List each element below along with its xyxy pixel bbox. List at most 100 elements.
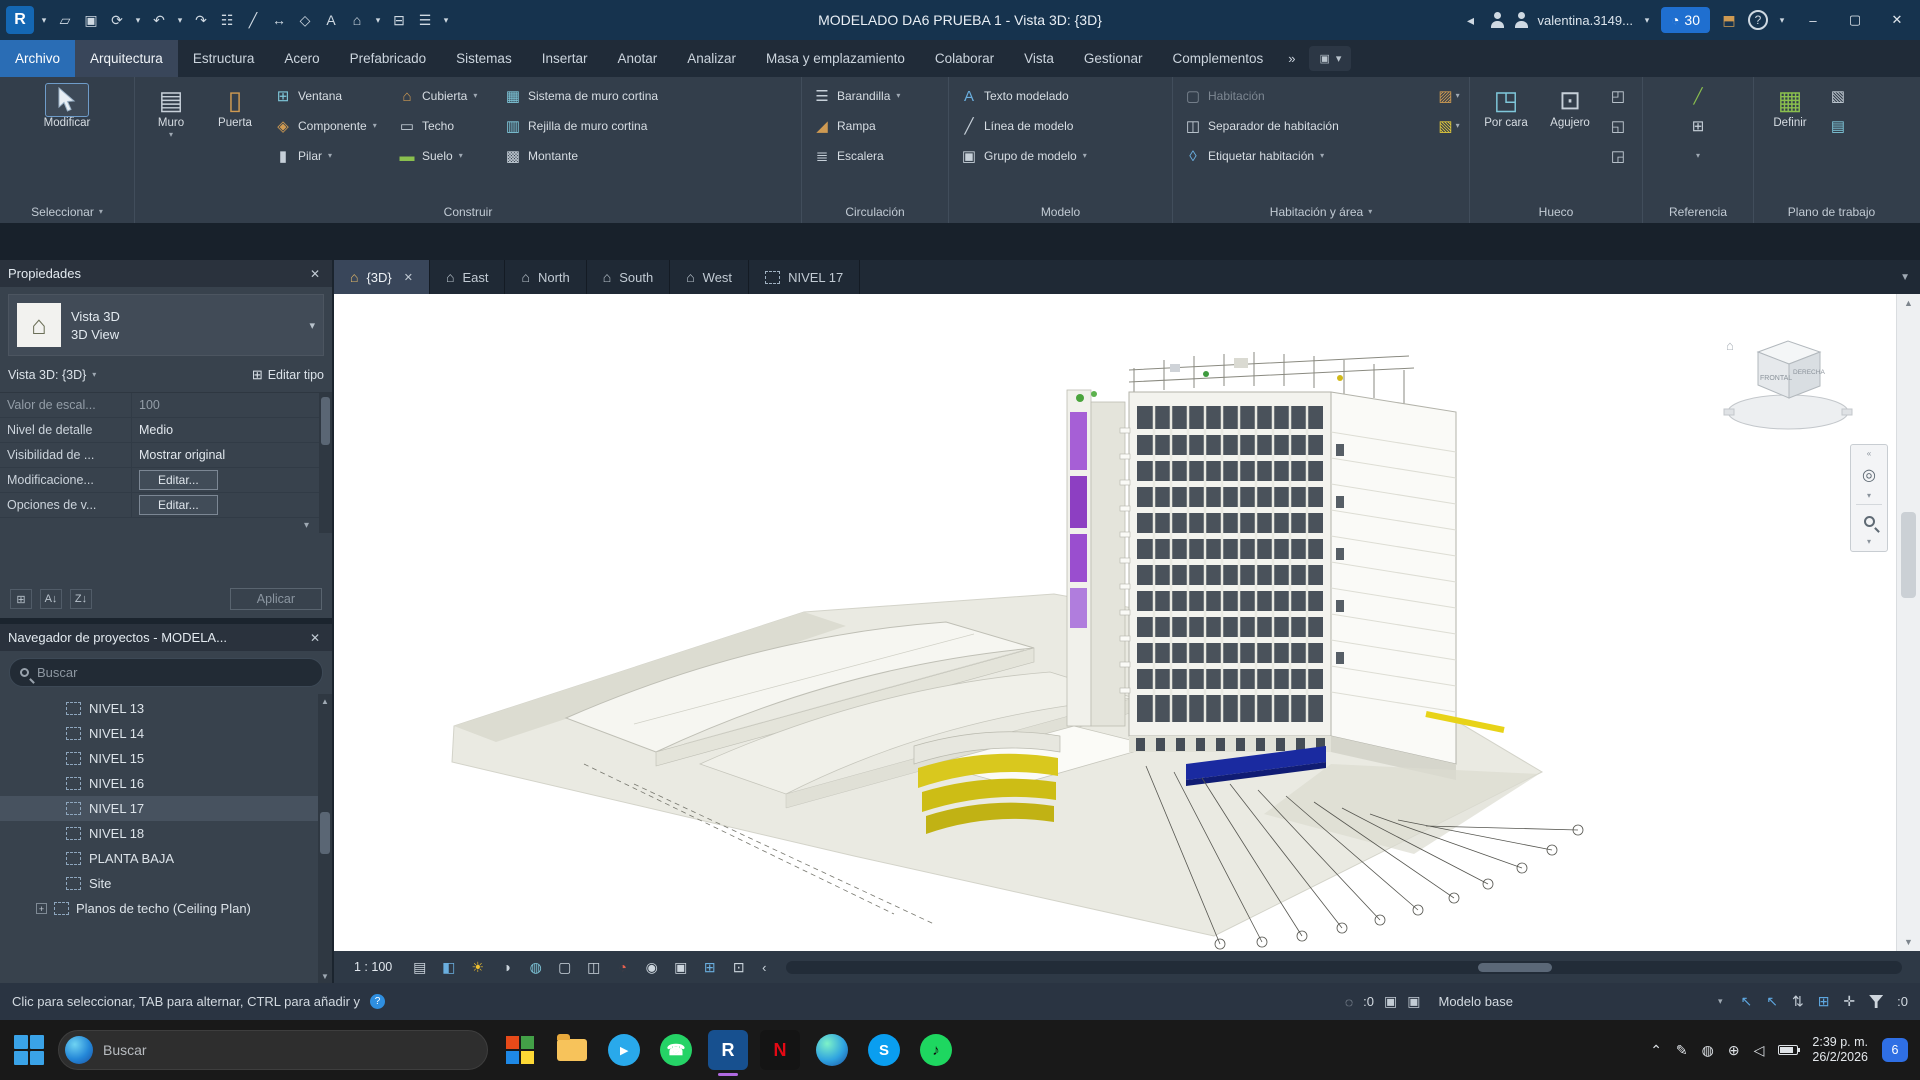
project-search-input[interactable] [37,665,312,680]
displaced-elements-icon[interactable]: ⊞ [696,955,723,979]
tree-item-nivel-15[interactable]: NIVEL 15 [0,746,318,771]
tree-item-planta-baja[interactable]: PLANTA BAJA [0,846,318,871]
grupo-de-modelo-button[interactable]: ▣ Grupo de modelo ▾ [954,141,1167,171]
view-tab-south[interactable]: ⌂ South [587,260,670,294]
undo-dropdown-icon[interactable]: ▾ [174,8,186,32]
apply-button[interactable]: Aplicar [230,588,322,610]
qat-customize-icon[interactable]: ▾ [440,8,452,32]
session-timer-badge[interactable]: ◔ 30 [1661,7,1710,33]
vertical-opening-button[interactable]: ◱ [1603,111,1633,141]
property-row-detail-level[interactable]: Nivel de detalle Medio [0,418,319,443]
tab-prefabricado[interactable]: Prefabricado [335,40,442,77]
rejilla-muro-cortina-button[interactable]: ▥ Rejilla de muro cortina [498,111,694,141]
print-icon[interactable]: ☷ [216,8,238,32]
rampa-button[interactable]: ◢ Rampa [807,111,943,141]
crop-view-icon[interactable]: ▢ [551,955,578,979]
taskbar-app-skype[interactable]: S [864,1030,904,1070]
worksets-icon[interactable]: ▣ [1384,993,1397,1010]
default-3d-view-icon[interactable]: ⌂ [346,8,368,32]
app-menu-dropdown-icon[interactable]: ▾ [38,8,50,32]
componente-button[interactable]: ◈ Componente ▾ [268,111,390,141]
properties-close-icon[interactable]: ✕ [306,267,324,281]
sun-path-icon[interactable]: ☀ [464,955,491,979]
hide-isolate-icon[interactable]: ◔ [609,955,636,979]
3d-view-dropdown-icon[interactable]: ▾ [372,8,384,32]
barandilla-button[interactable]: ☰ Barandilla ▾ [807,81,943,111]
habitacion-button[interactable]: ▢ Habitación [1178,81,1432,111]
reveal-hidden-icon[interactable]: ◉ [638,955,665,979]
taskbar-app-spotify[interactable]: ♪ [916,1030,956,1070]
properties-collapse-icon[interactable]: ▾ [304,520,309,531]
sync-icon[interactable]: ⟳ [106,8,128,32]
taskbar-app-edge[interactable] [812,1030,852,1070]
collapse-chevron-icon[interactable]: ◂ [1460,8,1482,32]
reference-grid-button[interactable]: ⊞ [1683,111,1713,141]
view-tab-west[interactable]: ⌂ West [670,260,749,294]
grupo-dropdown-icon[interactable]: ▾ [1083,151,1087,161]
tag-icon[interactable]: ◇ [294,8,316,32]
render-icon[interactable]: ◍ [522,955,549,979]
type-selector-dropdown-icon[interactable]: ▾ [309,319,315,332]
montante-button[interactable]: ▩ Montante [498,141,694,171]
thin-lines-icon[interactable]: ☰ [414,8,436,32]
tab-archivo[interactable]: Archivo [0,40,75,77]
taskbar-app-telegram[interactable]: ▸ [604,1030,644,1070]
sort-descending-icon[interactable]: Z↓ [70,589,92,609]
sistema-muro-cortina-button[interactable]: ▦ Sistema de muro cortina [498,81,694,111]
view-tab-east[interactable]: ⌂ East [430,260,505,294]
project-search-box[interactable] [9,658,323,687]
tab-colaborar[interactable]: Colaborar [920,40,1009,77]
design-options-icon[interactable]: ▣ [1407,993,1420,1010]
user-account[interactable]: valentina.3149... [1538,13,1633,28]
user-dropdown-icon[interactable]: ▾ [1641,8,1653,32]
properties-scrollbar[interactable] [319,393,332,533]
linea-de-modelo-button[interactable]: ╱ Línea de modelo [954,111,1167,141]
wall-opening-button[interactable]: ◰ [1603,81,1633,111]
start-button[interactable] [12,1033,46,1067]
reference-plane-button[interactable]: ╱ [1683,81,1713,111]
tree-item-nivel-18[interactable]: NIVEL 18 [0,821,318,846]
store-icon[interactable]: ⬒ [1718,8,1740,32]
panel-label-circulacion[interactable]: Circulación [802,201,948,223]
text-icon[interactable]: A [320,8,342,32]
tree-item-nivel-17[interactable]: NIVEL 17 [0,796,318,821]
panel-label-referencia[interactable]: Referencia [1643,201,1753,223]
open-icon[interactable]: ▱ [54,8,76,32]
tab-arquitectura[interactable]: Arquitectura [75,40,178,77]
help-dropdown-icon[interactable]: ▾ [1776,8,1788,32]
sync-dropdown-icon[interactable]: ▾ [132,8,144,32]
ribbon-overflow-icon[interactable]: » [1278,40,1305,77]
taskbar-app-office[interactable] [500,1030,540,1070]
property-row-visibility[interactable]: Visibilidad de ... Mostrar original [0,443,319,468]
panel-label-plano-de-trabajo[interactable]: Plano de trabajo [1754,201,1909,223]
battery-icon[interactable] [1778,1045,1798,1055]
close-button[interactable]: ✕ [1880,6,1914,34]
modificar-button[interactable]: Modificar [25,81,109,201]
scroll-up-icon[interactable]: ▲ [1904,294,1913,312]
componente-dropdown-icon[interactable]: ▾ [373,121,377,131]
show-crop-icon[interactable]: ◫ [580,955,607,979]
area-tag-button[interactable]: ▧ ▾ [1434,111,1464,141]
agujero-button[interactable]: ⊡ Agujero [1539,81,1601,201]
scale-button[interactable]: 1 : 100 [342,960,404,974]
help-button[interactable]: ? [1748,10,1768,30]
viewport-horizontal-scrollbar[interactable] [786,961,1902,974]
select-by-face-icon[interactable]: ⊞ [1818,993,1830,1010]
taskbar-search-input[interactable] [103,1042,481,1058]
revit-logo-icon[interactable]: R [6,6,34,34]
tree-item-ceiling-plans[interactable]: + Planos de techo (Ceiling Plan) [0,896,318,921]
hidden-icons-chevron[interactable]: ⌃ [1650,1042,1662,1059]
steering-wheel-dropdown-icon[interactable]: ▾ [1867,491,1871,501]
taskbar-clock[interactable]: 2:39 p. m. 26/2/2026 [1812,1035,1868,1065]
puerta-button[interactable]: ▯ Puerta [204,81,266,201]
project-tree-scrollbar[interactable]: ▲ ▼ [318,694,332,983]
taskbar-app-whatsapp[interactable]: ☎ [656,1030,696,1070]
property-row-scale[interactable]: Valor de escal... 100 [0,393,319,418]
area-button[interactable]: ▨ ▾ [1434,81,1464,111]
view-tab-close-icon[interactable]: ✕ [404,271,413,284]
property-row-graphics-overrides[interactable]: Modificacione... Editar... [0,468,319,493]
view-options-edit-button[interactable]: Editar... [139,495,218,515]
tab-gestionar[interactable]: Gestionar [1069,40,1158,77]
select-pinned-icon[interactable]: ⇅ [1792,993,1804,1010]
dormer-opening-button[interactable]: ◲ [1603,141,1633,171]
